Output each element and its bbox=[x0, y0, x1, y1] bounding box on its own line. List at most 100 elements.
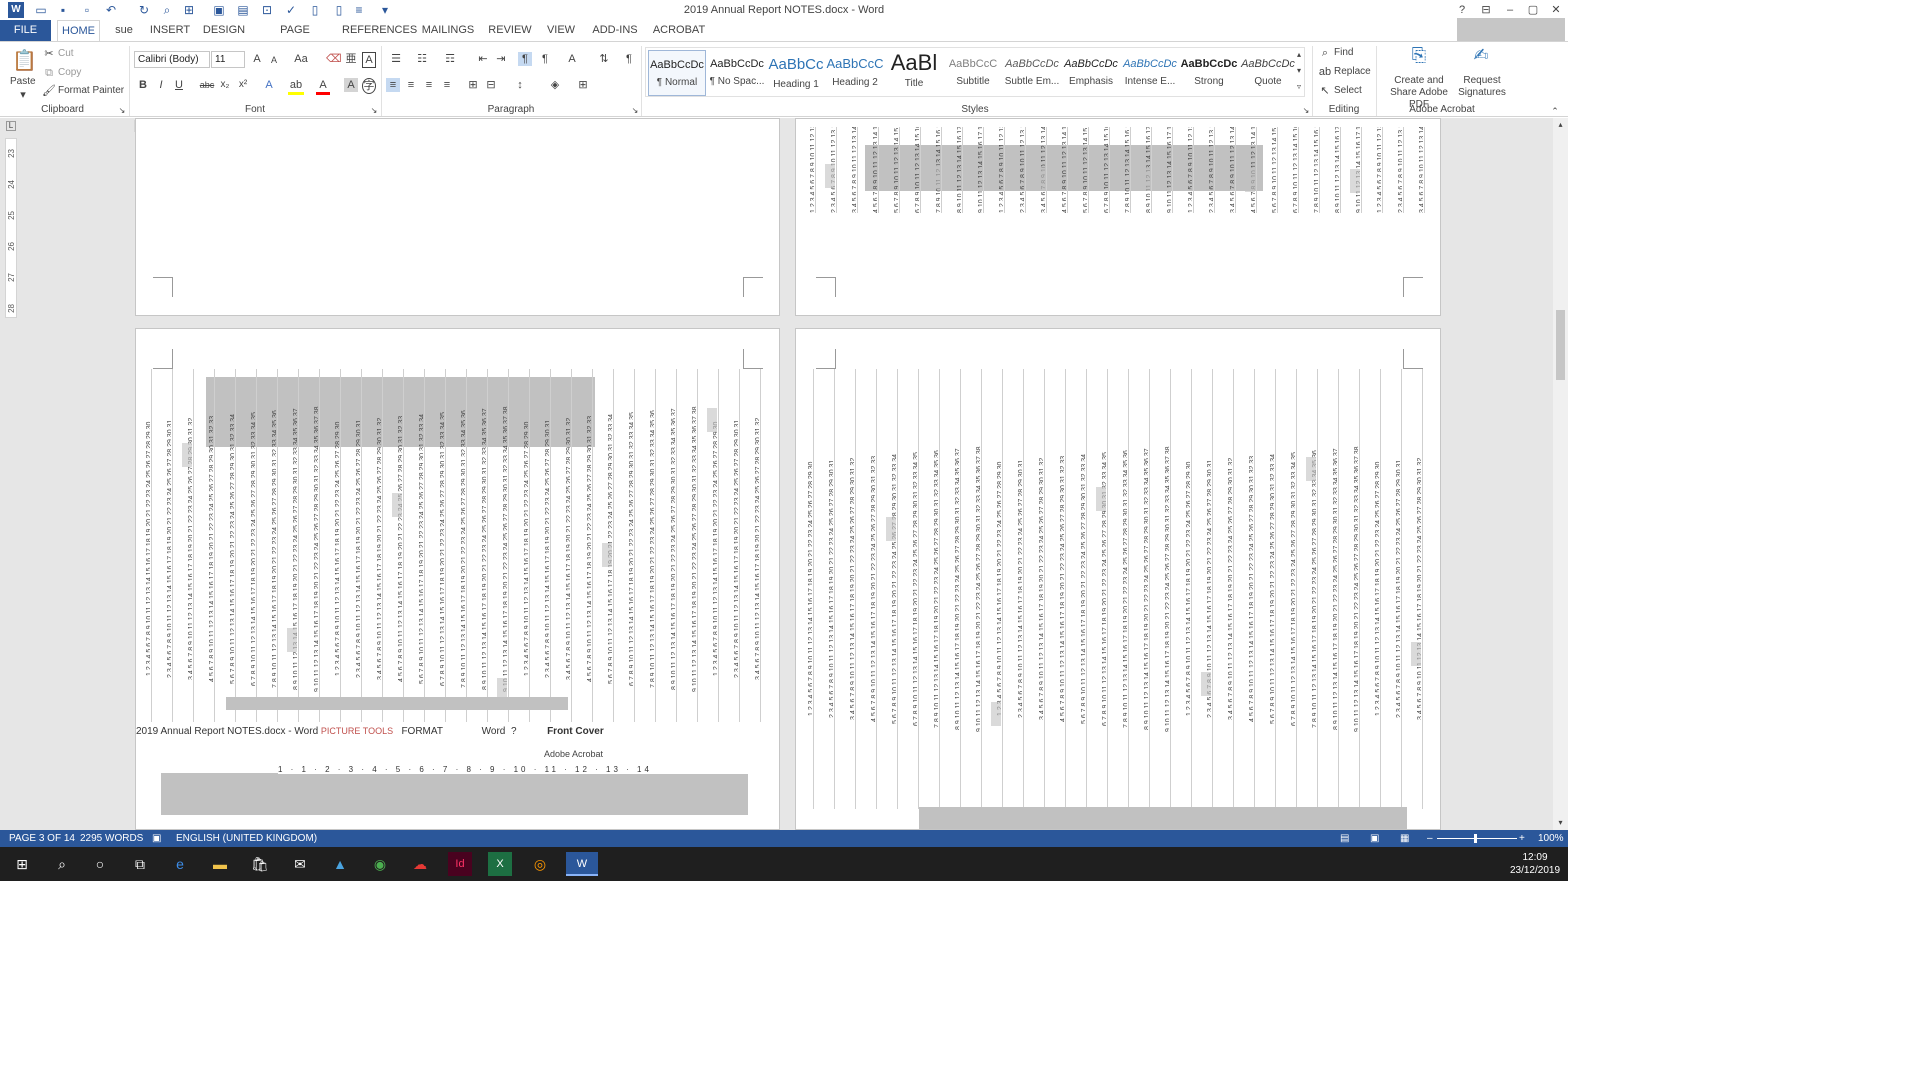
page-bottom-left[interactable]: 1 2 3 4 5 6 7 8 9 10 11 12 13 14 15 16 1… bbox=[135, 328, 780, 830]
print-layout-icon[interactable]: ▣ bbox=[1370, 833, 1379, 844]
paragraph-launcher-icon[interactable]: ↘ bbox=[631, 104, 639, 118]
character-shading-icon[interactable]: A bbox=[344, 78, 358, 92]
minimize-button[interactable]: – bbox=[1498, 2, 1522, 18]
tab-home[interactable]: HOME bbox=[57, 20, 100, 41]
store-icon[interactable]: 🛍 bbox=[248, 852, 272, 876]
style-no-spacing[interactable]: AaBbCcDc ¶ No Spac... bbox=[708, 50, 766, 96]
decrease-indent-icon[interactable]: ⇤ bbox=[476, 52, 490, 66]
format-tab[interactable]: FORMAT bbox=[401, 726, 442, 737]
replace-button[interactable]: Replace bbox=[1334, 66, 1371, 77]
zoom-level[interactable]: 100% bbox=[1538, 833, 1564, 844]
tab-sue[interactable]: sue bbox=[110, 20, 138, 41]
clear-formatting-icon[interactable]: ⌫ bbox=[326, 52, 342, 66]
request-signatures-icon[interactable]: ✍ bbox=[1470, 46, 1492, 72]
style-intense-emphasis[interactable]: AaBbCcDc Intense E... bbox=[1121, 50, 1179, 96]
line-spacing-icon[interactable]: ↕ bbox=[510, 78, 530, 92]
style-subtle-emphasis[interactable]: AaBbCcDc Subtle Em... bbox=[1003, 50, 1061, 96]
font-name-combo[interactable]: Calibri (Body) bbox=[134, 51, 210, 68]
tab-mailings[interactable]: MAILINGS bbox=[420, 20, 476, 41]
style-normal[interactable]: AaBbCcDc ¶ Normal bbox=[648, 50, 706, 96]
cortana-icon[interactable]: ○ bbox=[88, 852, 112, 876]
indesign-icon[interactable]: Id bbox=[448, 852, 472, 876]
shrink-font-icon[interactable]: A bbox=[268, 53, 280, 67]
cut-button[interactable]: Cut bbox=[58, 48, 74, 59]
style-emphasis[interactable]: AaBbCcDc Emphasis bbox=[1062, 50, 1120, 96]
multilevel-list-icon[interactable]: ☶ bbox=[440, 52, 460, 66]
copy-button[interactable]: Copy bbox=[58, 67, 81, 78]
italic-button[interactable]: I bbox=[155, 78, 167, 92]
app-icon[interactable]: ▲ bbox=[328, 852, 352, 876]
page-top-right[interactable]: 1 2 3 4 5 6 7 8 9 10 11 12 13 14 15 16 1… bbox=[795, 118, 1441, 316]
grow-font-icon[interactable]: A bbox=[250, 52, 264, 66]
vertical-ruler[interactable]: 23 24 25 26 27 28 bbox=[5, 138, 17, 318]
columns-icon[interactable]: ⊟ bbox=[484, 78, 498, 92]
shading-icon[interactable]: ◈ bbox=[545, 78, 565, 92]
zoom-slider-thumb[interactable] bbox=[1474, 834, 1477, 843]
borders-icon[interactable]: ⊞ bbox=[573, 78, 593, 92]
ghost-help[interactable]: ? bbox=[511, 726, 517, 737]
subscript-button[interactable]: x₂ bbox=[218, 78, 232, 92]
word-taskbar-icon[interactable]: W bbox=[566, 852, 598, 876]
paste-button[interactable]: Paste bbox=[10, 76, 36, 87]
font-launcher-icon[interactable]: ↘ bbox=[370, 104, 378, 118]
page-bottom-right[interactable]: 1 2 3 4 5 6 7 8 9 10 11 12 13 14 15 16 1… bbox=[795, 328, 1441, 830]
character-border-icon[interactable]: A bbox=[362, 52, 376, 68]
chrome-icon[interactable]: ◉ bbox=[368, 852, 392, 876]
replace-icon[interactable]: ab bbox=[1318, 65, 1332, 79]
tab-file[interactable]: FILE bbox=[0, 20, 51, 41]
font-size-combo[interactable]: 11 bbox=[211, 51, 245, 68]
tab-acrobat[interactable]: ACROBAT bbox=[652, 20, 706, 41]
task-view-icon[interactable]: ⧉ bbox=[128, 852, 152, 876]
ltr-icon[interactable]: ¶ bbox=[518, 52, 532, 66]
zoom-out-icon[interactable]: – bbox=[1427, 833, 1433, 844]
paste-icon[interactable]: 📋 bbox=[12, 48, 37, 74]
select-icon[interactable]: ↖ bbox=[1318, 84, 1332, 98]
style-subtitle[interactable]: AaBbCcC Subtitle bbox=[944, 50, 1002, 96]
edge-icon[interactable]: e bbox=[168, 852, 192, 876]
excel-icon[interactable]: X bbox=[488, 852, 512, 876]
tab-review[interactable]: REVIEW bbox=[486, 20, 534, 41]
style-quote[interactable]: AaBbCcDc Quote bbox=[1239, 50, 1297, 96]
styles-scroll-down-icon[interactable]: ▾ bbox=[1294, 64, 1304, 78]
align-right-icon[interactable]: ≡ bbox=[422, 78, 436, 92]
start-icon[interactable]: ⊞ bbox=[10, 852, 34, 876]
collapse-ribbon-icon[interactable]: ⌃ bbox=[1550, 104, 1560, 118]
rtl-icon[interactable]: ¶ bbox=[538, 52, 552, 66]
style-heading-2[interactable]: AaBbCcC Heading 2 bbox=[826, 50, 884, 96]
tab-references[interactable]: REFERENCES bbox=[342, 20, 417, 41]
sort-icon[interactable]: ⇅ bbox=[596, 52, 612, 66]
creative-cloud-icon[interactable]: ☁ bbox=[408, 852, 432, 876]
help-button[interactable]: ? bbox=[1450, 2, 1474, 18]
word-count[interactable]: 2295 WORDS bbox=[80, 833, 143, 844]
underline-button[interactable]: U bbox=[173, 78, 185, 92]
search-icon[interactable]: ⌕ bbox=[50, 852, 74, 876]
increase-indent-icon[interactable]: ⇥ bbox=[494, 52, 508, 66]
phonetic-icon[interactable]: 亜 bbox=[344, 52, 358, 66]
style-strong[interactable]: AaBbCcDc Strong bbox=[1180, 50, 1238, 96]
cut-icon[interactable]: ✂ bbox=[42, 47, 56, 61]
zoom-slider[interactable] bbox=[1437, 838, 1517, 839]
request-signatures-button[interactable]: Request Signatures bbox=[1458, 75, 1506, 99]
font-color-icon[interactable]: A bbox=[316, 78, 330, 95]
ribbon-display-button[interactable]: ⊟ bbox=[1474, 2, 1498, 18]
scroll-up-icon[interactable]: ▴ bbox=[1555, 118, 1566, 132]
picture-tools-label[interactable]: PICTURE TOOLS bbox=[321, 726, 393, 736]
align-left-icon[interactable]: ≡ bbox=[386, 78, 400, 92]
maximize-button[interactable]: ▢ bbox=[1521, 2, 1545, 18]
asian-layout-icon[interactable]: A bbox=[562, 52, 582, 66]
firefox-icon[interactable]: ◎ bbox=[528, 852, 552, 876]
create-pdf-icon[interactable]: ⎘ bbox=[1408, 46, 1430, 72]
read-mode-icon[interactable]: ▤ bbox=[1340, 833, 1349, 844]
change-case-icon[interactable]: Aa bbox=[292, 52, 310, 66]
find-button[interactable]: Find bbox=[1334, 47, 1353, 58]
show-hide-button[interactable]: ¶ bbox=[622, 52, 636, 66]
strikethrough-button[interactable]: abc bbox=[198, 78, 216, 92]
style-title[interactable]: AaBl Title bbox=[885, 50, 943, 96]
clipboard-launcher-icon[interactable]: ↘ bbox=[118, 104, 126, 118]
tab-page-layout[interactable]: PAGE LAYOUT bbox=[258, 20, 332, 57]
tab-design[interactable]: DESIGN bbox=[200, 20, 248, 41]
language[interactable]: ENGLISH (UNITED KINGDOM) bbox=[176, 833, 317, 844]
format-painter-icon[interactable]: 🖌 bbox=[42, 84, 56, 98]
distributed-icon[interactable]: ⊞ bbox=[466, 78, 480, 92]
copy-icon[interactable]: ⧉ bbox=[42, 66, 56, 80]
